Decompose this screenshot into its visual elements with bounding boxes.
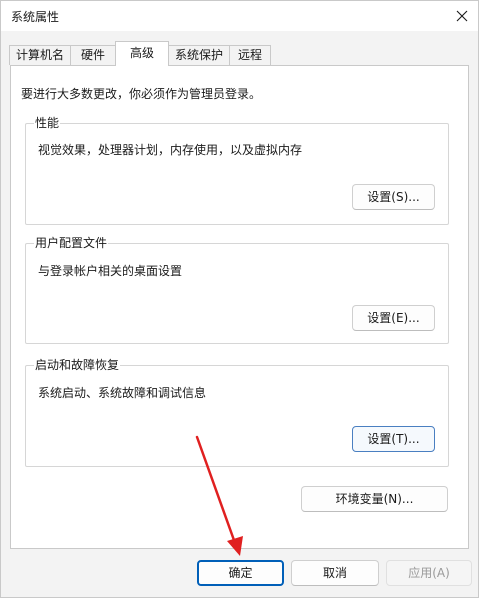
ok-button[interactable]: 确定 <box>197 560 284 586</box>
user-profiles-group-title: 用户配置文件 <box>34 236 109 250</box>
performance-group: 性能 视觉效果，处理器计划，内存使用，以及虚拟内存 设置(S)... <box>25 116 449 225</box>
startup-recovery-group: 启动和故障恢复 系统启动、系统故障和调试信息 设置(T)... <box>25 358 449 467</box>
close-button[interactable] <box>446 1 478 31</box>
tab-hardware[interactable]: 硬件 <box>70 45 116 65</box>
admin-note: 要进行大多数更改，你必须作为管理员登录。 <box>21 87 262 101</box>
user-profiles-group: 用户配置文件 与登录帐户相关的桌面设置 设置(E)... <box>25 236 449 344</box>
performance-description: 视觉效果，处理器计划，内存使用，以及虚拟内存 <box>38 143 303 157</box>
tab-label: 硬件 <box>80 48 105 62</box>
tab-remote[interactable]: 远程 <box>229 45 271 65</box>
apply-button[interactable]: 应用(A) <box>386 560 472 586</box>
user-profiles-description: 与登录帐户相关的桌面设置 <box>38 264 183 278</box>
title-bar: 系统属性 <box>1 1 478 31</box>
tab-label: 系统保护 <box>174 48 223 62</box>
startup-recovery-description: 系统启动、系统故障和调试信息 <box>38 386 207 400</box>
cancel-button[interactable]: 取消 <box>291 560 379 586</box>
user-profiles-settings-button[interactable]: 设置(E)... <box>352 305 435 331</box>
close-icon <box>456 10 468 22</box>
tab-label: 计算机名 <box>15 48 64 62</box>
tab-label: 高级 <box>129 46 154 60</box>
performance-settings-button[interactable]: 设置(S)... <box>352 184 435 210</box>
performance-group-title: 性能 <box>34 116 61 130</box>
system-properties-window: 系统属性 计算机名 硬件 高级 系统保护 远程 要进行大多数更改，你必须作为管理… <box>0 0 479 598</box>
tab-system-protection[interactable]: 系统保护 <box>168 45 230 65</box>
startup-recovery-group-title: 启动和故障恢复 <box>34 358 121 372</box>
tab-label: 远程 <box>237 48 262 62</box>
startup-recovery-settings-button[interactable]: 设置(T)... <box>352 426 435 452</box>
tab-computer-name[interactable]: 计算机名 <box>9 45 71 65</box>
environment-variables-button[interactable]: 环境变量(N)... <box>301 486 448 512</box>
window-title: 系统属性 <box>11 10 60 24</box>
tab-advanced[interactable]: 高级 <box>115 41 169 66</box>
